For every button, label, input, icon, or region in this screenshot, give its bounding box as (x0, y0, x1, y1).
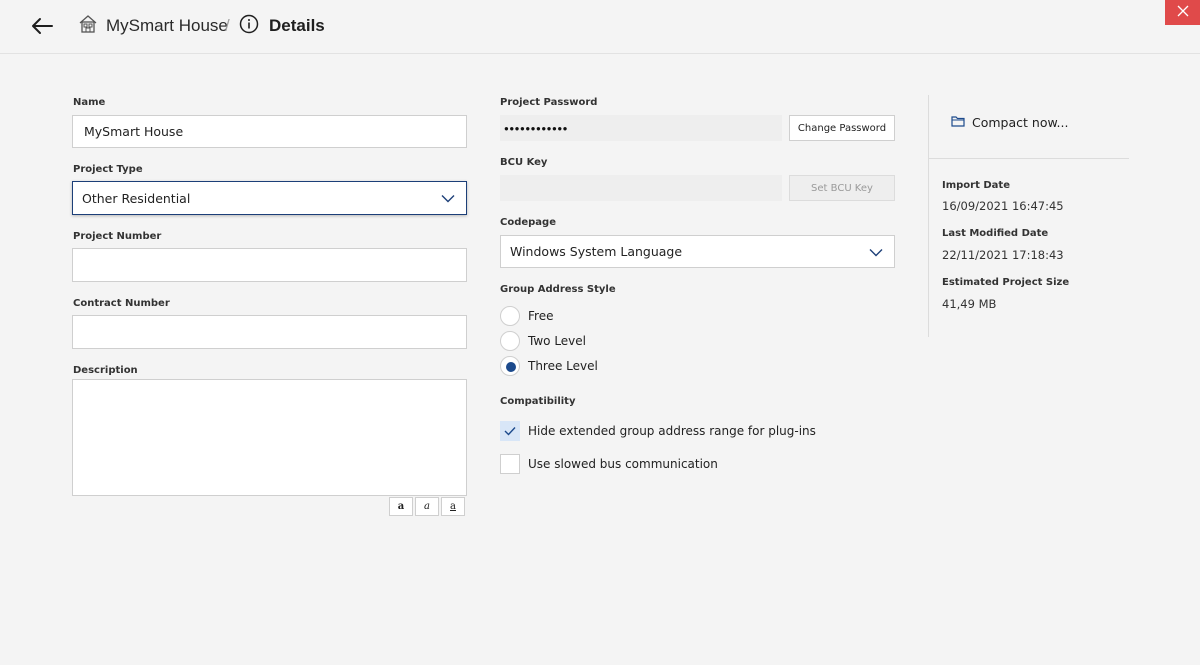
project-number-label: Project Number (73, 231, 162, 242)
header-bar: MySmart House / Details (0, 0, 1200, 54)
chevron-down-icon (441, 191, 455, 206)
radio-free-label: Free (528, 309, 554, 323)
import-date-value: 16/09/2021 16:47:45 (942, 199, 1064, 213)
close-icon (1177, 4, 1189, 22)
breadcrumb-project[interactable]: MySmart House (78, 14, 228, 38)
codepage-dropdown[interactable]: Windows System Language (500, 235, 895, 268)
info-icon (239, 14, 259, 39)
last-modified-value: 22/11/2021 17:18:43 (942, 248, 1064, 262)
slowed-bus-checkbox[interactable] (500, 454, 520, 474)
project-number-field[interactable] (72, 248, 467, 282)
breadcrumb-project-label: MySmart House (106, 16, 228, 35)
back-arrow-icon[interactable] (28, 13, 56, 39)
house-icon (78, 14, 98, 39)
bold-button[interactable]: a (389, 497, 413, 516)
project-size-value: 41,49 MB (942, 297, 997, 311)
checkmark-icon (504, 427, 516, 436)
radio-free-circle[interactable] (500, 306, 520, 326)
radio-two-level-circle[interactable] (500, 331, 520, 351)
compact-now-button[interactable]: Compact now... (951, 115, 1068, 130)
radio-two-level[interactable]: Two Level (500, 331, 586, 351)
project-type-value: Other Residential (82, 190, 191, 206)
group-address-style-label: Group Address Style (500, 284, 616, 295)
project-size-label: Estimated Project Size (942, 277, 1070, 288)
name-label: Name (73, 97, 106, 108)
radio-two-level-label: Two Level (528, 334, 586, 348)
hide-extended-checkbox[interactable] (500, 421, 520, 441)
page-title: Details (269, 16, 325, 35)
slowed-bus-label: Use slowed bus communication (528, 457, 718, 471)
password-label: Project Password (500, 97, 598, 108)
hide-extended-checkbox-row[interactable]: Hide extended group address range for pl… (500, 421, 816, 441)
radio-three-level-label: Three Level (528, 359, 598, 373)
panel-divider (928, 95, 929, 337)
codepage-label: Codepage (500, 217, 556, 228)
codepage-value: Windows System Language (510, 244, 683, 259)
panel-separator (929, 158, 1129, 159)
last-modified-label: Last Modified Date (942, 228, 1049, 239)
project-type-label: Project Type (73, 164, 143, 175)
folder-icon (951, 115, 965, 130)
description-textarea[interactable] (72, 379, 467, 496)
hide-extended-label: Hide extended group address range for pl… (528, 424, 816, 438)
name-value: MySmart House (84, 124, 184, 139)
contract-number-label: Contract Number (73, 298, 170, 309)
breadcrumb-details: Details (239, 14, 325, 38)
chevron-down-icon (869, 244, 883, 259)
change-password-button[interactable]: Change Password (789, 115, 895, 141)
slowed-bus-checkbox-row[interactable]: Use slowed bus communication (500, 454, 718, 474)
contract-number-field[interactable] (72, 315, 467, 349)
compatibility-label: Compatibility (500, 396, 576, 407)
set-bcu-key-button: Set BCU Key (789, 175, 895, 201)
bcu-key-field (500, 175, 782, 201)
close-button[interactable] (1165, 0, 1200, 25)
password-mask: ●●●●●●●●●●●● (504, 123, 568, 133)
italic-button[interactable]: a (415, 497, 439, 516)
password-field[interactable]: ●●●●●●●●●●●● (500, 115, 782, 141)
import-date-label: Import Date (942, 180, 1010, 191)
breadcrumb-separator: / (225, 16, 230, 35)
radio-three-level-circle[interactable] (500, 356, 520, 376)
radio-free[interactable]: Free (500, 306, 553, 326)
project-type-dropdown[interactable]: Other Residential (72, 181, 467, 215)
radio-three-level[interactable]: Three Level (500, 356, 598, 376)
bcu-key-label: BCU Key (500, 157, 548, 168)
description-label: Description (73, 365, 138, 376)
compact-now-label: Compact now... (972, 115, 1069, 130)
name-field[interactable]: MySmart House (72, 115, 467, 148)
underline-button[interactable]: a (441, 497, 465, 516)
